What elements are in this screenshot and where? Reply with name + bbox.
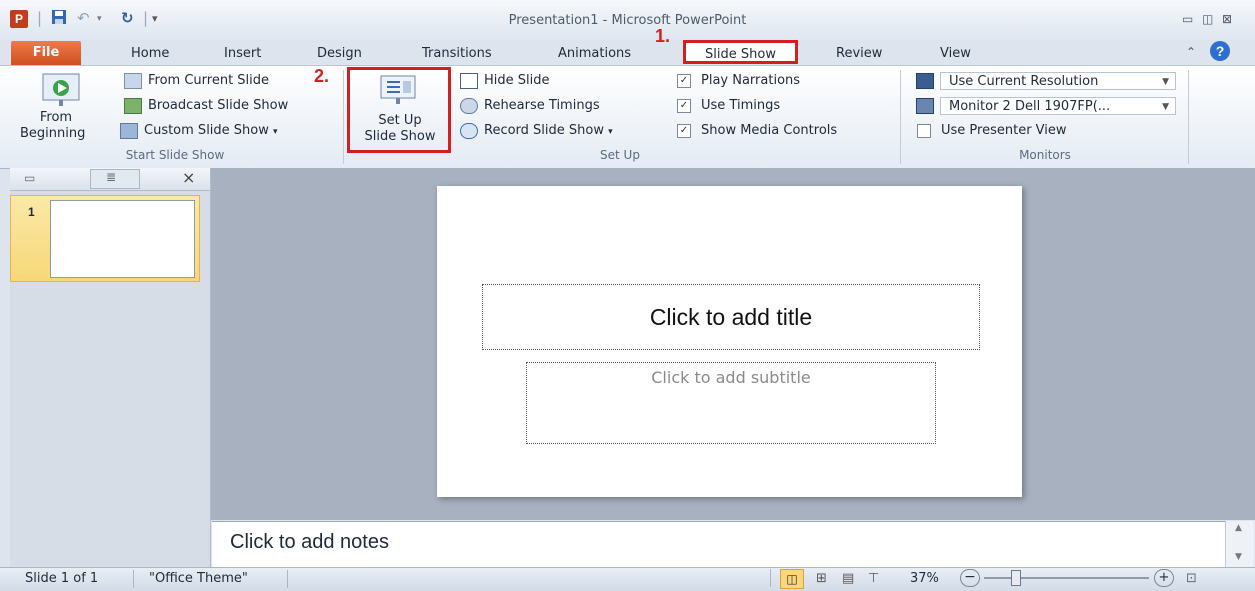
from-beginning-label-2: Beginning (20, 126, 86, 141)
help-icon[interactable]: ? (1210, 41, 1230, 61)
set-up-slide-show-icon (378, 72, 418, 110)
monitor-dropdown[interactable]: Monitor 2 Dell 1907FP(... ▼ (940, 96, 1176, 115)
use-presenter-view-checkbox[interactable]: Use Presenter View (917, 121, 1067, 141)
tab-transitions[interactable]: Transitions (422, 44, 492, 64)
use-presenter-view-label: Use Presenter View (941, 123, 1067, 138)
record-slide-show-label: Record Slide Show (484, 123, 604, 138)
chevron-down-icon: ▾ (608, 127, 613, 137)
group-divider (1188, 70, 1189, 164)
broadcast-label: Broadcast Slide Show (148, 98, 289, 113)
monitor-icon (916, 72, 934, 89)
status-divider (133, 570, 134, 588)
monitor-value: Monitor 2 Dell 1907FP(... (949, 98, 1111, 114)
custom-slide-show-icon (120, 122, 138, 139)
slide-count-status: Slide 1 of 1 (25, 571, 99, 586)
normal-view-icon[interactable]: ◫ (780, 569, 804, 589)
broadcast-slide-show-button[interactable]: Broadcast Slide Show (124, 96, 288, 116)
zoom-out-icon[interactable]: − (960, 569, 980, 587)
zoom-in-icon[interactable]: + (1154, 569, 1174, 587)
resolution-value: Use Current Resolution (949, 73, 1099, 89)
checkbox-checked-icon: ✓ (677, 73, 691, 88)
slides-tab-icon[interactable]: ▭ (24, 171, 35, 185)
set-up-label-2: Slide Show (364, 129, 436, 144)
from-current-slide-label: From Current Slide (148, 73, 270, 88)
custom-slide-show-button[interactable]: Custom Slide Show ▾ (120, 121, 278, 141)
chevron-down-icon: ▼ (1162, 101, 1169, 112)
tab-slide-show[interactable]: Slide Show (683, 40, 798, 64)
use-timings-label: Use Timings (701, 98, 781, 113)
chevron-down-icon: ▾ (273, 127, 278, 137)
title-placeholder[interactable]: Click to add title (482, 284, 980, 350)
reading-view-icon[interactable]: ▤ (842, 571, 854, 586)
from-beginning-button[interactable]: From Beginning (2, 110, 110, 142)
annotation-step-1: 1. (655, 26, 671, 46)
theme-status[interactable]: "Office Theme" (149, 571, 248, 586)
close-icon[interactable]: ⊠ (1222, 12, 1232, 26)
zoom-level[interactable]: 37% (910, 571, 939, 586)
show-media-controls-checkbox[interactable]: ✓ Show Media Controls (677, 121, 837, 141)
annotation-step-2: 2. (314, 66, 330, 86)
slide-show-view-icon[interactable]: ⊤ (868, 571, 879, 586)
tab-animations[interactable]: Animations (558, 44, 631, 64)
zoom-slider-track[interactable] (984, 577, 1149, 579)
tab-home[interactable]: Home (131, 44, 169, 64)
record-slide-show-button[interactable]: Record Slide Show ▾ (460, 121, 613, 141)
tab-review[interactable]: Review (836, 44, 882, 64)
dual-monitor-icon (916, 97, 934, 114)
from-beginning-label-1: From (39, 110, 73, 125)
show-media-controls-label: Show Media Controls (701, 123, 838, 138)
tab-view[interactable]: View (940, 44, 971, 64)
rehearse-timings-label: Rehearse Timings (484, 98, 600, 113)
tab-design[interactable]: Design (317, 44, 362, 64)
group-label-start-slide-show: Start Slide Show (125, 148, 225, 162)
chevron-down-icon: ▼ (1162, 76, 1169, 87)
outline-tab-icon: ≣ (106, 170, 117, 184)
rehearse-timings-button[interactable]: Rehearse Timings (460, 96, 600, 116)
set-up-label-1: Set Up (378, 113, 422, 128)
notes-pane[interactable]: Click to add notes (212, 521, 1225, 567)
close-pane-icon[interactable]: × (182, 168, 195, 187)
group-label-set-up: Set Up (600, 148, 640, 162)
group-divider (343, 70, 344, 164)
minimize-ribbon-icon[interactable]: ▭ (1182, 12, 1193, 26)
tab-insert[interactable]: Insert (224, 44, 261, 64)
scroll-up-icon[interactable]: ▲ (1235, 523, 1242, 533)
scroll-down-icon[interactable]: ▼ (1235, 552, 1242, 562)
fit-to-window-icon[interactable]: ⊡ (1186, 571, 1197, 586)
from-current-slide-icon (124, 72, 142, 89)
use-timings-checkbox[interactable]: ✓ Use Timings (677, 96, 780, 116)
record-icon (460, 122, 478, 139)
restore-icon[interactable]: ◫ (1202, 12, 1213, 26)
from-current-slide-button[interactable]: From Current Slide (124, 71, 269, 91)
hide-slide-label: Hide Slide (484, 73, 550, 88)
zoom-slider-thumb[interactable] (1011, 570, 1021, 586)
broadcast-icon (124, 97, 142, 114)
play-narrations-label: Play Narrations (701, 73, 801, 88)
resolution-dropdown[interactable]: Use Current Resolution ▼ (940, 71, 1176, 90)
subtitle-placeholder[interactable]: Click to add subtitle (526, 362, 936, 444)
slide-thumbnail[interactable] (50, 200, 195, 278)
stopwatch-icon (460, 97, 478, 114)
custom-slide-show-label: Custom Slide Show (144, 123, 269, 138)
group-label-monitors: Monitors (1019, 148, 1071, 162)
slide-sorter-icon[interactable]: ⊞ (816, 571, 827, 586)
window-title: Presentation1 - Microsoft PowerPoint (508, 13, 747, 28)
collapse-ribbon-icon[interactable]: ⌃ (1186, 45, 1196, 59)
play-narrations-checkbox[interactable]: ✓ Play Narrations (677, 71, 800, 91)
checkbox-checked-icon: ✓ (677, 123, 691, 138)
notes-scrollbar[interactable]: ▲ ▼ (1225, 521, 1254, 567)
group-divider (900, 70, 901, 164)
resolution-select[interactable]: Use Current Resolution ▼ (916, 71, 1176, 91)
hide-slide-button[interactable]: Hide Slide (460, 71, 550, 91)
checkbox-unchecked-icon (917, 123, 931, 138)
slide-number: 1 (28, 205, 35, 219)
monitor-select[interactable]: Monitor 2 Dell 1907FP(... ▼ (916, 96, 1176, 116)
hide-slide-icon (460, 72, 478, 89)
checkbox-checked-icon: ✓ (677, 98, 691, 113)
tab-file[interactable]: File (11, 41, 81, 65)
set-up-slide-show-label: Set Up Slide Show (351, 113, 449, 145)
status-divider (287, 570, 288, 588)
from-beginning-icon (40, 72, 82, 114)
status-divider (770, 569, 771, 587)
